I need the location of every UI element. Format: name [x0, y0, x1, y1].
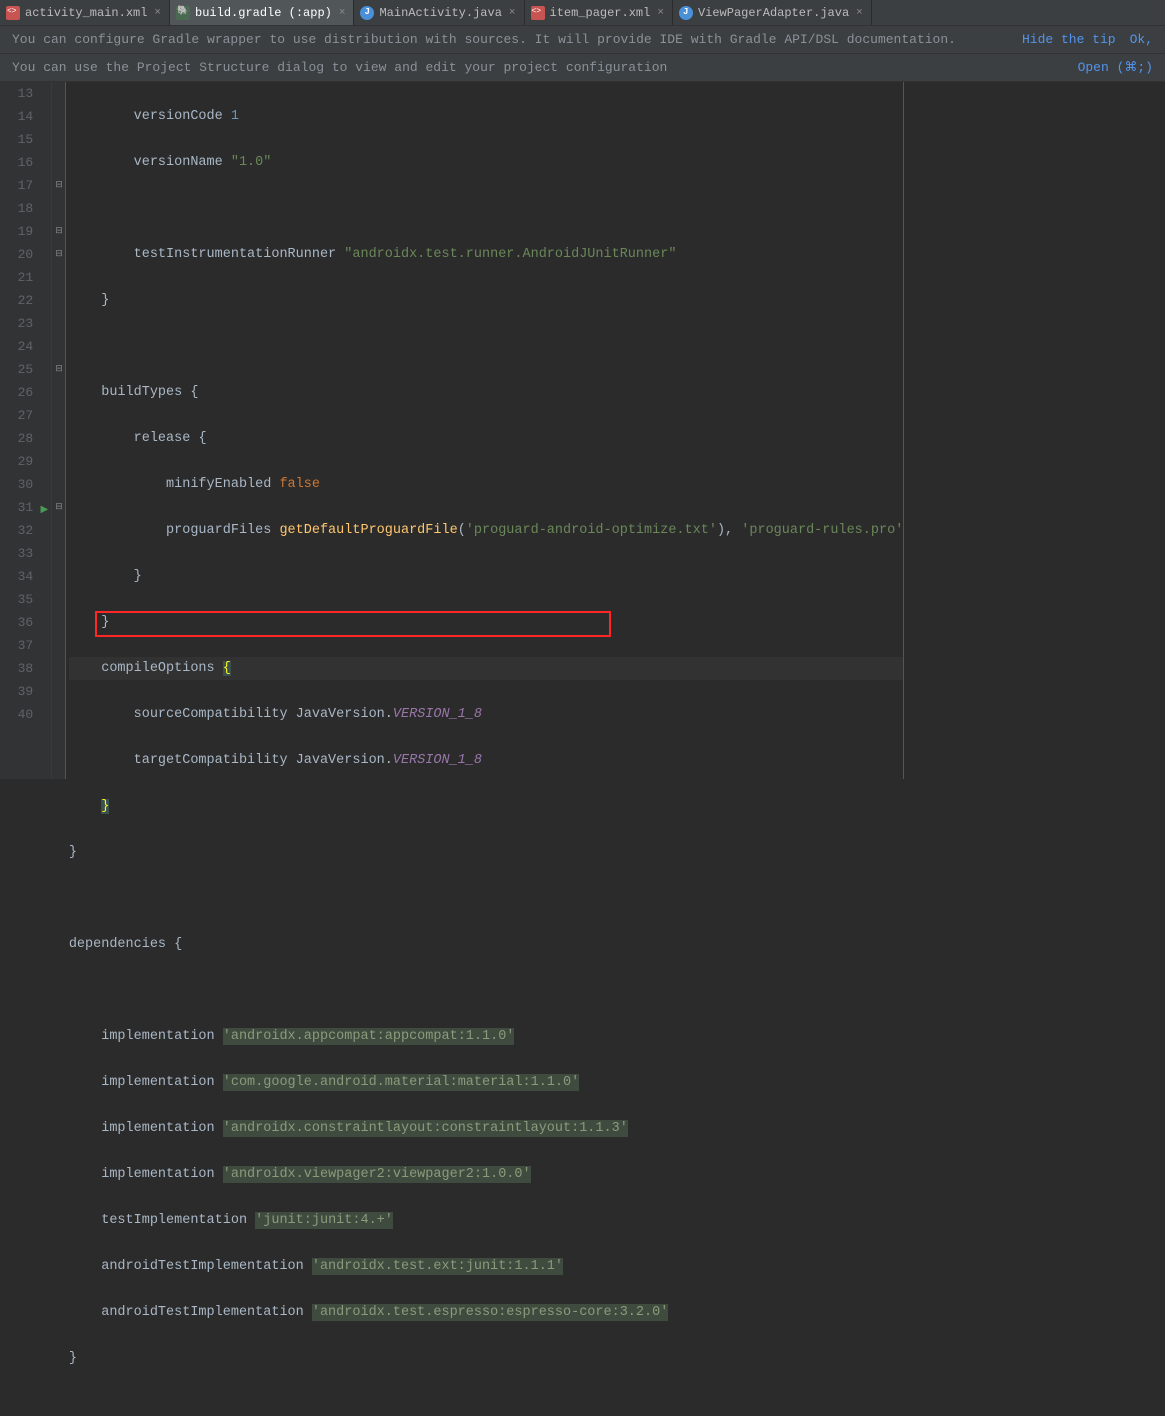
gradle-tip-banner: You can configure Gradle wrapper to use … [0, 26, 1165, 54]
fold-marker-icon[interactable]: ⊟ [55, 496, 63, 519]
code-string: "1.0" [231, 155, 272, 170]
close-icon[interactable]: × [655, 7, 664, 19]
code-string: 'junit:junit:4.+' [255, 1212, 393, 1229]
close-icon[interactable]: × [854, 7, 863, 19]
code-text: ( [458, 523, 466, 538]
tab-label: ViewPagerAdapter.java [698, 6, 849, 20]
xml-file-icon [531, 6, 545, 20]
code-text: compileOptions [101, 661, 223, 676]
code-number: 1 [231, 109, 239, 124]
fold-marker-icon[interactable]: ⊟ [55, 358, 63, 381]
close-icon[interactable]: × [152, 7, 161, 19]
code-string: "androidx.test.runner.AndroidJUnitRunner… [344, 247, 676, 262]
code-text: targetCompatibility JavaVersion. [134, 753, 393, 768]
code-text: versionCode [134, 109, 231, 124]
code-text: release [134, 431, 199, 446]
code-text: implementation [101, 1121, 223, 1136]
close-icon[interactable]: × [337, 7, 346, 19]
code-const: VERSION_1_8 [393, 753, 482, 768]
tab-label: item_pager.xml [550, 6, 651, 20]
tab-label: MainActivity.java [379, 6, 501, 20]
code-string: 'proguard-rules.pro' [741, 523, 903, 538]
fold-marker-icon[interactable]: ⊟ [55, 243, 63, 266]
code-string: 'proguard-android-optimize.txt' [466, 523, 717, 538]
code-brace: { [174, 937, 182, 952]
code-text: implementation [101, 1167, 223, 1182]
code-text: dependencies [69, 937, 174, 952]
code-text: implementation [101, 1029, 223, 1044]
right-margin [904, 82, 1165, 779]
ok-link[interactable]: Ok, [1130, 32, 1153, 47]
tab-build-gradle[interactable]: build.gradle (:app) × [170, 0, 354, 25]
java-file-icon [360, 6, 374, 20]
tab-activity-main[interactable]: activity_main.xml × [0, 0, 170, 25]
code-brace: } [101, 293, 109, 308]
code-text: ), [717, 523, 741, 538]
tab-label: build.gradle (:app) [195, 6, 332, 20]
code-text: proguardFiles [166, 523, 279, 538]
code-keyword: false [279, 477, 320, 492]
code-text: versionName [134, 155, 231, 170]
code-text: androidTestImplementation [101, 1259, 312, 1274]
code-text: testInstrumentationRunner [134, 247, 345, 262]
code-text: minifyEnabled [166, 477, 279, 492]
code-text: sourceCompatibility JavaVersion. [134, 707, 393, 722]
code-string: 'androidx.test.ext:junit:1.1.1' [312, 1258, 563, 1275]
hide-tip-link[interactable]: Hide the tip [1022, 32, 1116, 47]
code-brace: } [134, 569, 142, 584]
code-text: buildTypes [101, 385, 190, 400]
code-string: 'androidx.appcompat:appcompat:1.1.0' [223, 1028, 515, 1045]
code-text: implementation [101, 1075, 223, 1090]
code-string: 'androidx.viewpager2:viewpager2:1.0.0' [223, 1166, 531, 1183]
code-func: getDefaultProguardFile [279, 523, 457, 538]
code-area[interactable]: versionCode 1 versionName "1.0" testInst… [66, 82, 904, 779]
code-text: testImplementation [101, 1213, 255, 1228]
tab-label: activity_main.xml [25, 6, 147, 20]
fold-marker-icon[interactable]: ⊟ [55, 220, 63, 243]
code-brace: } [101, 799, 109, 814]
gradle-file-icon [176, 6, 190, 20]
fold-marker-icon[interactable]: ⊟ [55, 174, 63, 197]
code-text: androidTestImplementation [101, 1305, 312, 1320]
code-editor[interactable]: 13141516 17181920 21222324 25262728 2930… [0, 82, 1165, 779]
fold-column[interactable]: ⊟ ⊟ ⊟ ⊟ ⊟ [52, 82, 66, 779]
tab-main-activity[interactable]: MainActivity.java × [354, 0, 524, 25]
open-project-structure-link[interactable]: Open (⌘;) [1078, 60, 1153, 75]
java-file-icon [679, 6, 693, 20]
code-brace: { [190, 385, 198, 400]
code-string: 'com.google.android.material:material:1.… [223, 1074, 579, 1091]
xml-file-icon [6, 6, 20, 20]
code-brace: } [69, 1351, 77, 1366]
code-brace: } [101, 615, 109, 630]
editor-tabs: activity_main.xml × build.gradle (:app) … [0, 0, 1165, 26]
code-brace: } [69, 845, 77, 860]
code-const: VERSION_1_8 [393, 707, 482, 722]
close-icon[interactable]: × [507, 7, 516, 19]
code-string: 'androidx.test.espresso:espresso-core:3.… [312, 1304, 668, 1321]
line-gutter: 13141516 17181920 21222324 25262728 2930… [0, 82, 52, 779]
banner-text: You can use the Project Structure dialog… [12, 60, 667, 75]
banner-text: You can configure Gradle wrapper to use … [12, 32, 956, 47]
project-structure-banner: You can use the Project Structure dialog… [0, 54, 1165, 82]
tab-item-pager[interactable]: item_pager.xml × [525, 0, 673, 25]
code-brace: { [223, 661, 231, 676]
code-string: 'androidx.constraintlayout:constraintlay… [223, 1120, 628, 1137]
tab-viewpager-adapter[interactable]: ViewPagerAdapter.java × [673, 0, 872, 25]
code-brace: { [198, 431, 206, 446]
